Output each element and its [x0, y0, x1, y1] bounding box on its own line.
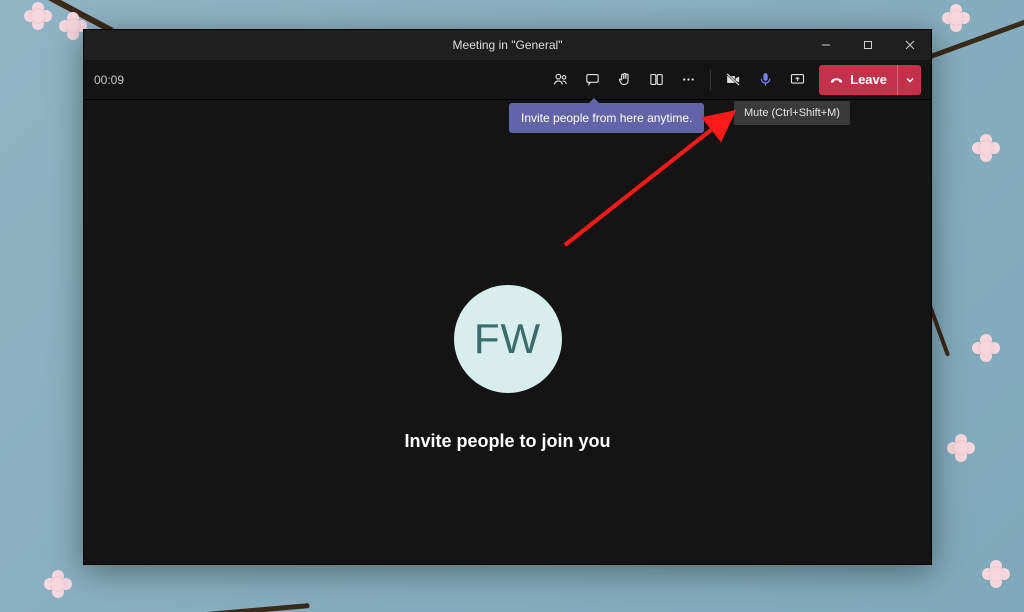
camera-toggle-button[interactable] — [718, 65, 748, 95]
maximize-button[interactable] — [847, 30, 889, 60]
toolbar-separator — [710, 70, 711, 90]
flower-decor — [50, 576, 66, 592]
leave-button-label: Leave — [850, 72, 887, 87]
camera-off-icon — [725, 71, 742, 88]
meeting-stage: FW Invite people to join you — [84, 100, 931, 564]
window-controls — [805, 30, 931, 60]
ellipsis-icon — [680, 71, 697, 88]
meeting-toolbar: 00:09 — [84, 60, 931, 100]
flower-decor — [948, 10, 964, 26]
rooms-icon — [648, 71, 665, 88]
branch-decor — [0, 603, 310, 612]
flower-decor — [988, 566, 1004, 582]
participant-avatar: FW — [454, 285, 562, 393]
people-icon — [552, 71, 569, 88]
window-titlebar[interactable]: Meeting in "General" — [84, 30, 931, 60]
raise-hand-icon — [616, 71, 633, 88]
rooms-button[interactable] — [641, 65, 671, 95]
share-icon — [789, 71, 806, 88]
flower-decor — [30, 8, 46, 24]
minimize-button[interactable] — [805, 30, 847, 60]
hangup-icon — [829, 72, 844, 87]
tooltip-text: Mute (Ctrl+Shift+M) — [744, 107, 840, 119]
leave-button[interactable]: Leave — [819, 65, 921, 95]
share-screen-button[interactable] — [782, 65, 812, 95]
leave-button-main[interactable]: Leave — [819, 72, 897, 87]
flower-decor — [65, 18, 81, 34]
more-actions-button[interactable] — [673, 65, 703, 95]
reactions-button[interactable] — [609, 65, 639, 95]
call-timer: 00:09 — [94, 73, 124, 87]
close-button[interactable] — [889, 30, 931, 60]
window-title: Meeting in "General" — [453, 38, 563, 52]
invite-coachmark[interactable]: Invite people from here anytime. — [509, 103, 704, 133]
flower-decor — [978, 340, 994, 356]
chat-icon — [584, 71, 601, 88]
flower-decor — [953, 440, 969, 456]
microphone-icon — [757, 71, 774, 88]
avatar-initials: FW — [474, 315, 541, 363]
flower-decor — [978, 140, 994, 156]
invite-heading: Invite people to join you — [404, 431, 610, 452]
participants-button[interactable] — [545, 65, 575, 95]
desktop-background: Meeting in "General" 00:09 — [0, 0, 1024, 612]
mute-tooltip: Mute (Ctrl+Shift+M) — [734, 101, 850, 125]
mic-toggle-button[interactable] — [750, 65, 780, 95]
minimize-icon — [821, 40, 831, 50]
chevron-down-icon — [905, 75, 915, 85]
maximize-icon — [863, 40, 873, 50]
chat-button[interactable] — [577, 65, 607, 95]
close-icon — [905, 40, 915, 50]
meeting-window: Meeting in "General" 00:09 — [83, 29, 932, 565]
coachmark-text: Invite people from here anytime. — [521, 111, 692, 125]
leave-button-caret[interactable] — [897, 65, 921, 95]
